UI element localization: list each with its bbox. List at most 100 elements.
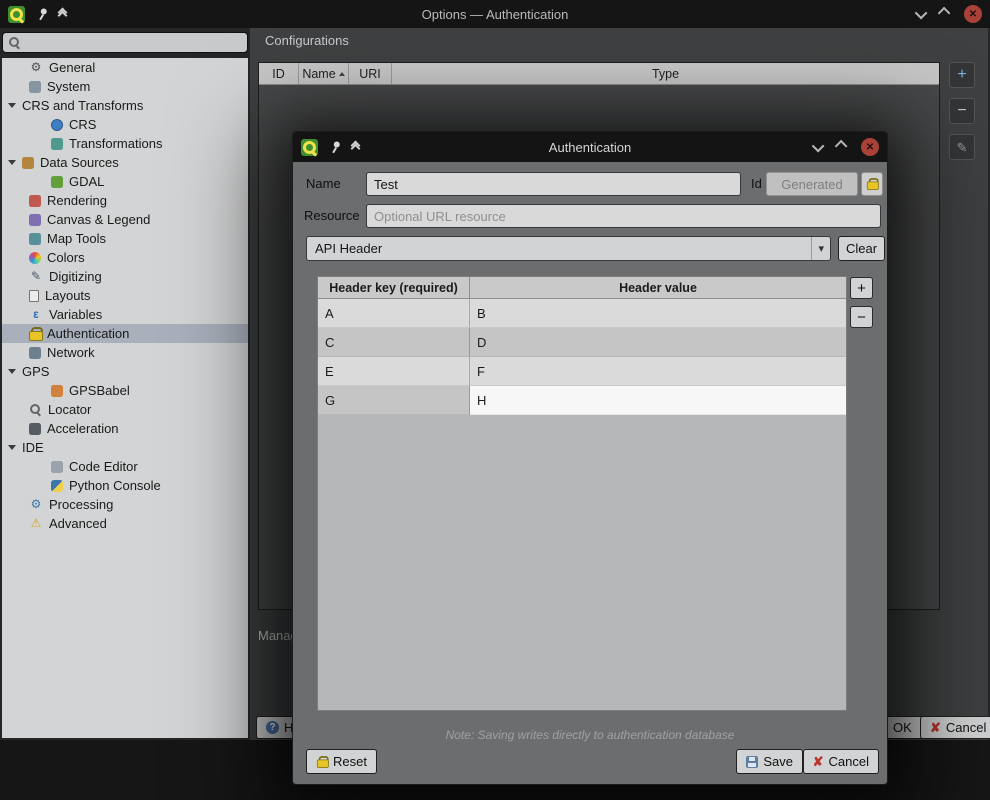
header-value-cell[interactable]: F <box>470 357 846 386</box>
sidebar-item-crs-and-transforms[interactable]: CRS and Transforms <box>2 96 248 115</box>
sidebar-item-processing[interactable]: ⚙Processing <box>2 495 248 514</box>
pencil-icon: ✎ <box>957 141 968 154</box>
header-column-header-key-required[interactable]: Header key (required) <box>318 277 470 298</box>
column-header-name[interactable]: Name <box>299 63 349 84</box>
remove-header-button[interactable]: − <box>850 306 873 328</box>
sidebar-item-label: Transformations <box>69 136 162 151</box>
sidebar-item-general[interactable]: ⚙General <box>2 58 248 77</box>
cancel-button[interactable]: ✘ Cancel <box>803 749 879 774</box>
plus-icon: + <box>957 67 966 83</box>
transform-icon <box>51 138 63 150</box>
edit-config-button[interactable]: ✎ <box>949 134 975 160</box>
auth-method-select[interactable]: API Header ▾ <box>306 236 831 261</box>
clear-button[interactable]: Clear <box>838 236 885 261</box>
reset-button-label: Reset <box>333 754 367 769</box>
sidebar-item-gdal[interactable]: GDAL <box>2 172 248 191</box>
header-value-cell[interactable]: H <box>470 386 846 415</box>
options-titlebar: Options — Authentication ✕ <box>0 0 990 28</box>
id-lock-button[interactable] <box>861 172 883 196</box>
sidebar-item-rendering[interactable]: Rendering <box>2 191 248 210</box>
sidebar-item-acceleration[interactable]: Acceleration <box>2 419 248 438</box>
sidebar-item-transformations[interactable]: Transformations <box>2 134 248 153</box>
chevron-up-icon[interactable] <box>938 6 951 19</box>
header-column-header-value[interactable]: Header value <box>470 277 846 298</box>
column-header-label: Type <box>652 67 679 81</box>
header-key-cell[interactable]: A <box>318 299 470 328</box>
header-value-cell[interactable]: B <box>470 299 846 328</box>
sidebar-item-code-editor[interactable]: Code Editor <box>2 457 248 476</box>
sidebar-item-authentication[interactable]: Authentication <box>2 324 248 343</box>
sidebar-item-crs[interactable]: CRS <box>2 115 248 134</box>
remove-config-button[interactable]: − <box>949 98 975 124</box>
sidebar-item-data-sources[interactable]: Data Sources <box>2 153 248 172</box>
sidebar-item-ide[interactable]: IDE <box>2 438 248 457</box>
lock-icon <box>29 327 41 341</box>
expand-arrow-icon[interactable] <box>8 160 16 165</box>
column-header-label: ID <box>272 67 285 81</box>
lock-icon <box>317 756 327 768</box>
sidebar-item-gpsbabel[interactable]: GPSBabel <box>2 381 248 400</box>
column-header-id[interactable]: ID <box>259 63 299 84</box>
sidebar-item-system[interactable]: System <box>2 77 248 96</box>
header-key-cell[interactable]: C <box>318 328 470 357</box>
search-input[interactable] <box>26 35 242 51</box>
column-header-uri[interactable]: URI <box>349 63 392 84</box>
sidebar-item-digitizing[interactable]: ✎Digitizing <box>2 267 248 286</box>
sidebar-item-canvas-legend[interactable]: Canvas & Legend <box>2 210 248 229</box>
header-table-empty-area[interactable] <box>318 415 846 710</box>
header-value-cell[interactable]: D <box>470 328 846 357</box>
sidebar-item-colors[interactable]: Colors <box>2 248 248 267</box>
sidebar-item-python-console[interactable]: Python Console <box>2 476 248 495</box>
map-tools-icon <box>29 233 41 245</box>
sidebar-item-layouts[interactable]: Layouts <box>2 286 248 305</box>
gear-icon: ⚙ <box>29 61 43 74</box>
shade-icon[interactable] <box>59 11 66 17</box>
sidebar-item-variables[interactable]: εVariables <box>2 305 248 324</box>
header-key-cell[interactable]: E <box>318 357 470 386</box>
expand-arrow-icon[interactable] <box>8 103 16 108</box>
sidebar-item-map-tools[interactable]: Map Tools <box>2 229 248 248</box>
name-input[interactable] <box>366 172 741 196</box>
search-box[interactable] <box>2 32 248 53</box>
add-config-button[interactable]: + <box>949 62 975 88</box>
gps-icon <box>51 385 63 397</box>
authentication-dialog: Authentication ✕ Name Id Generated Resou… <box>292 131 888 785</box>
close-icon[interactable]: ✕ <box>861 138 879 156</box>
add-header-button[interactable]: + <box>850 277 873 299</box>
cancel-icon: ✘ <box>813 755 824 768</box>
sidebar-item-advanced[interactable]: ⚠Advanced <box>2 514 248 533</box>
db-icon <box>22 157 34 169</box>
save-button[interactable]: Save <box>736 749 803 774</box>
column-header-label: URI <box>359 67 381 81</box>
qgis-logo-icon <box>8 6 25 23</box>
sidebar-item-label: Variables <box>49 307 102 322</box>
pin-icon[interactable] <box>326 138 344 157</box>
sidebar-item-label: Canvas & Legend <box>47 212 150 227</box>
sidebar-item-label: CRS and Transforms <box>22 98 143 113</box>
header-table: Header key (required)Header value ABCDEF… <box>317 276 847 711</box>
rendering-icon <box>29 195 41 207</box>
sidebar-item-gps[interactable]: GPS <box>2 362 248 381</box>
combo-arrow-icon: ▾ <box>811 237 830 260</box>
reset-button[interactable]: Reset <box>306 749 377 774</box>
dialog-title: Authentication <box>293 140 887 155</box>
close-icon[interactable]: ✕ <box>964 5 982 23</box>
resource-input[interactable] <box>366 204 881 228</box>
pin-icon[interactable] <box>33 5 51 24</box>
chevron-down-icon[interactable] <box>915 6 928 19</box>
sidebar-item-network[interactable]: Network <box>2 343 248 362</box>
header-key-cell[interactable]: G <box>318 386 470 415</box>
chevron-down-icon[interactable] <box>812 139 825 152</box>
expand-arrow-icon[interactable] <box>8 445 16 450</box>
sidebar-item-label: Data Sources <box>40 155 119 170</box>
column-header-type[interactable]: Type <box>392 63 939 84</box>
header-row-3: GH <box>318 386 846 415</box>
shade-icon[interactable] <box>352 144 359 150</box>
dialog-titlebar: Authentication ✕ <box>293 132 887 162</box>
expand-arrow-icon[interactable] <box>8 369 16 374</box>
sidebar-item-label: IDE <box>22 440 44 455</box>
sidebar-item-locator[interactable]: Locator <box>2 400 248 419</box>
chevron-up-icon[interactable] <box>835 139 848 152</box>
cancel-button[interactable]: ✘ Cancel <box>920 716 990 739</box>
auth-method-value: API Header <box>315 241 382 256</box>
